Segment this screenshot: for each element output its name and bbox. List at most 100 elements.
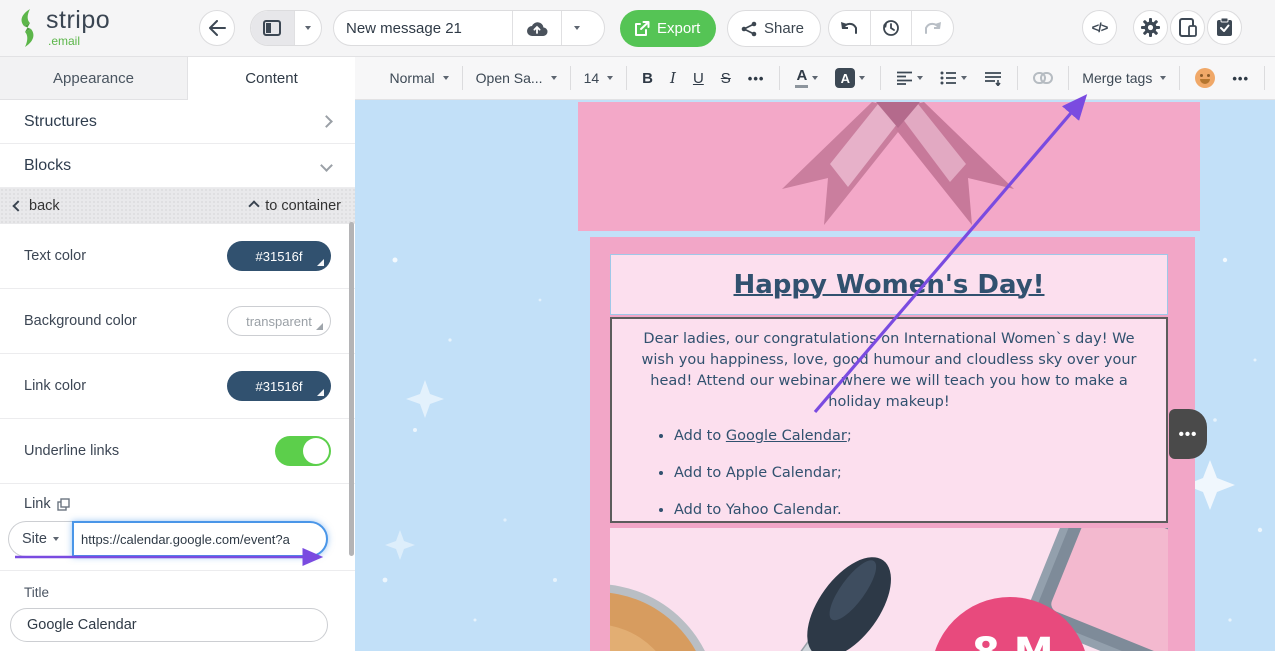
google-calendar-link[interactable]: Google Calendar <box>726 428 847 444</box>
divider <box>626 66 627 90</box>
blocks-section[interactable]: Blocks <box>0 144 355 188</box>
highlight-color-icon: A <box>835 68 855 88</box>
toolbar-more-button[interactable]: ••• <box>1230 71 1251 86</box>
structures-section[interactable]: Structures <box>0 100 355 144</box>
more-formatting-button[interactable]: ••• <box>746 71 767 86</box>
message-title-input[interactable] <box>334 11 512 45</box>
merge-tags-label: Merge tags <box>1082 70 1152 86</box>
panel-toggle-group <box>250 10 322 46</box>
background-color-value: transparent <box>246 314 312 329</box>
list-item: Add to Yahoo Calendar. <box>674 502 1166 518</box>
export-button[interactable]: Export <box>620 10 716 47</box>
history-group <box>828 10 954 46</box>
link-icon <box>1033 72 1053 84</box>
align-button[interactable] <box>894 71 925 85</box>
share-button[interactable]: Share <box>727 10 821 47</box>
undo-icon <box>839 20 859 36</box>
link-type-select[interactable]: Site <box>8 521 72 557</box>
share-icon <box>741 21 757 37</box>
link-color-picker[interactable]: #31516f <box>227 371 331 401</box>
bullet-text: Add to <box>674 428 726 444</box>
email-body-frame[interactable]: Happy Women's Day! Dear ladies, our cong… <box>590 237 1195 651</box>
to-container-link[interactable]: to container <box>250 198 341 214</box>
blocks-label: Blocks <box>24 157 71 175</box>
ribbon-bow-graphic <box>578 102 1200 231</box>
chevron-down-icon <box>320 159 333 172</box>
settings-button[interactable] <box>1133 10 1168 45</box>
divider <box>462 66 463 90</box>
text-color-button[interactable]: A <box>793 68 820 88</box>
font-size-select[interactable]: 14 <box>584 70 614 86</box>
link-title-input[interactable] <box>10 608 328 642</box>
chevron-down-icon <box>961 76 967 80</box>
logo-brand: stripo <box>46 8 110 33</box>
line-spacing-icon <box>984 71 1002 86</box>
font-family-select[interactable]: Open Sa... <box>476 70 557 86</box>
tasks-button[interactable] <box>1207 10 1242 45</box>
text-color-icon: A <box>795 68 808 88</box>
chevron-down-icon <box>859 76 865 80</box>
selected-text-block[interactable]: Dear ladies, our congratulations on Inte… <box>610 317 1168 523</box>
background-color-setting: Background color transparent <box>0 289 355 354</box>
email-canvas[interactable]: Happy Women's Day! Dear ladies, our cong… <box>355 100 1275 651</box>
bullet-text: Add to Apple Calendar; <box>674 465 842 481</box>
bullet-text: ; <box>847 428 852 444</box>
indent-button[interactable] <box>982 71 1004 86</box>
divider <box>880 66 881 90</box>
divider <box>570 66 571 90</box>
history-button[interactable] <box>871 11 912 45</box>
chevron-down-icon <box>305 26 311 30</box>
stripo-logo[interactable]: stripo .email <box>16 8 110 48</box>
underline-button[interactable]: U <box>691 70 706 87</box>
back-link[interactable]: back <box>14 198 60 214</box>
italic-button[interactable]: I <box>668 69 678 87</box>
sidebar-scrollbar[interactable] <box>349 222 354 556</box>
chevron-down-icon <box>1160 76 1166 80</box>
emoji-button[interactable] <box>1193 68 1217 88</box>
code-editor-button[interactable]: </> <box>1082 10 1117 45</box>
merge-tags-select[interactable]: Merge tags <box>1082 70 1166 86</box>
makeup-image[interactable]: 8 M <box>610 528 1168 651</box>
redo-icon <box>923 20 943 36</box>
panel-toggle-button[interactable] <box>251 11 294 45</box>
bold-button[interactable]: B <box>640 70 655 87</box>
font-family-value: Open Sa... <box>476 70 543 86</box>
insert-link-button[interactable] <box>1031 72 1055 84</box>
message-title-group <box>333 10 605 46</box>
email-paragraph: Dear ladies, our congratulations on Inte… <box>612 319 1166 413</box>
message-options-caret-button[interactable] <box>562 11 592 45</box>
undo-button[interactable] <box>829 11 870 45</box>
strikethrough-button[interactable]: S <box>719 70 733 87</box>
text-color-picker[interactable]: #31516f <box>227 241 331 271</box>
heading-block[interactable]: Happy Women's Day! <box>610 254 1168 315</box>
save-cloud-button[interactable] <box>513 11 561 45</box>
link-url-input[interactable] <box>72 521 328 557</box>
external-window-icon <box>57 498 70 511</box>
panel-toggle-caret-button[interactable] <box>295 11 321 45</box>
list-item: Add to Google Calendar; <box>674 428 1166 444</box>
tab-content[interactable]: Content <box>188 57 355 100</box>
structures-label: Structures <box>24 113 97 131</box>
divider <box>1068 66 1069 90</box>
sidebar-tabs: Appearance Content <box>0 57 355 100</box>
email-heading: Happy Women's Day! <box>734 270 1045 300</box>
link-label: Link <box>24 496 51 512</box>
background-color-picker[interactable]: transparent <box>227 306 331 336</box>
ribbon-banner-image[interactable] <box>578 102 1200 231</box>
redo-button[interactable] <box>912 11 953 45</box>
highlight-color-button[interactable]: A <box>833 68 867 88</box>
underline-links-setting: Underline links <box>0 419 355 484</box>
divider <box>1264 66 1265 90</box>
badge-text: 8 M <box>972 630 1054 651</box>
back-button[interactable] <box>199 10 235 46</box>
divider <box>1179 66 1180 90</box>
chevron-left-icon <box>12 200 23 211</box>
preview-devices-button[interactable] <box>1170 10 1205 45</box>
cloud-upload-icon <box>526 20 548 37</box>
tab-appearance[interactable]: Appearance <box>0 57 188 100</box>
link-setting: Link Site <box>0 484 355 571</box>
underline-links-toggle[interactable] <box>275 436 331 466</box>
paragraph-style-select[interactable]: Normal <box>390 70 449 86</box>
block-options-button[interactable]: ••• <box>1169 409 1207 459</box>
list-button[interactable] <box>938 71 969 85</box>
